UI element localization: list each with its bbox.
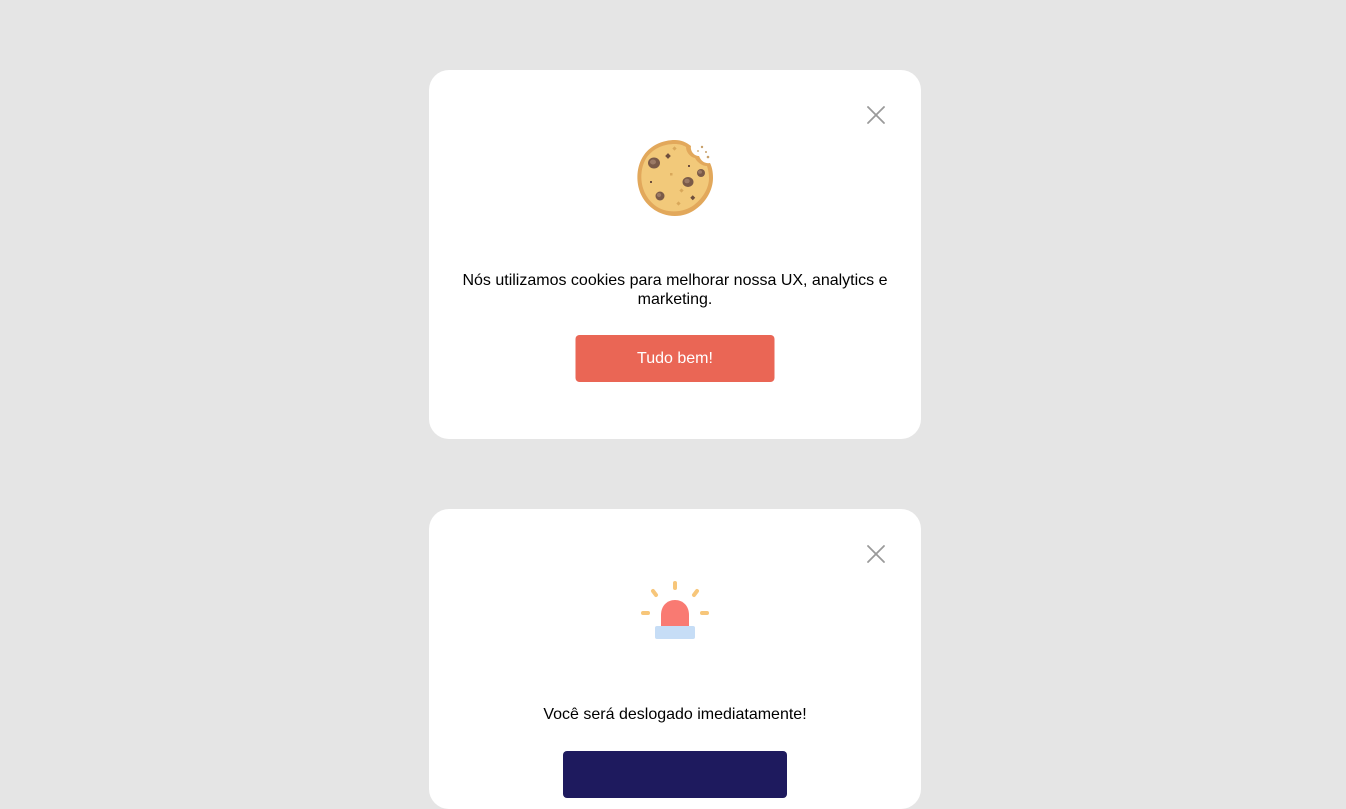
logout-message: Você será deslogado imediatamente! [543,706,807,723]
close-icon[interactable] [865,104,887,126]
cookie-icon [633,136,717,220]
logout-warning-modal: Você será deslogado imediatamente! [429,509,921,809]
accept-cookies-button[interactable]: Tudo bem! [575,335,775,382]
close-icon[interactable] [865,543,887,565]
siren-icon [639,579,711,645]
cookie-message: Nós utilizamos cookies para melhorar nos… [462,272,888,308]
cookie-consent-modal: Nós utilizamos cookies para melhorar nos… [429,70,921,439]
logout-confirm-button[interactable] [563,751,787,798]
